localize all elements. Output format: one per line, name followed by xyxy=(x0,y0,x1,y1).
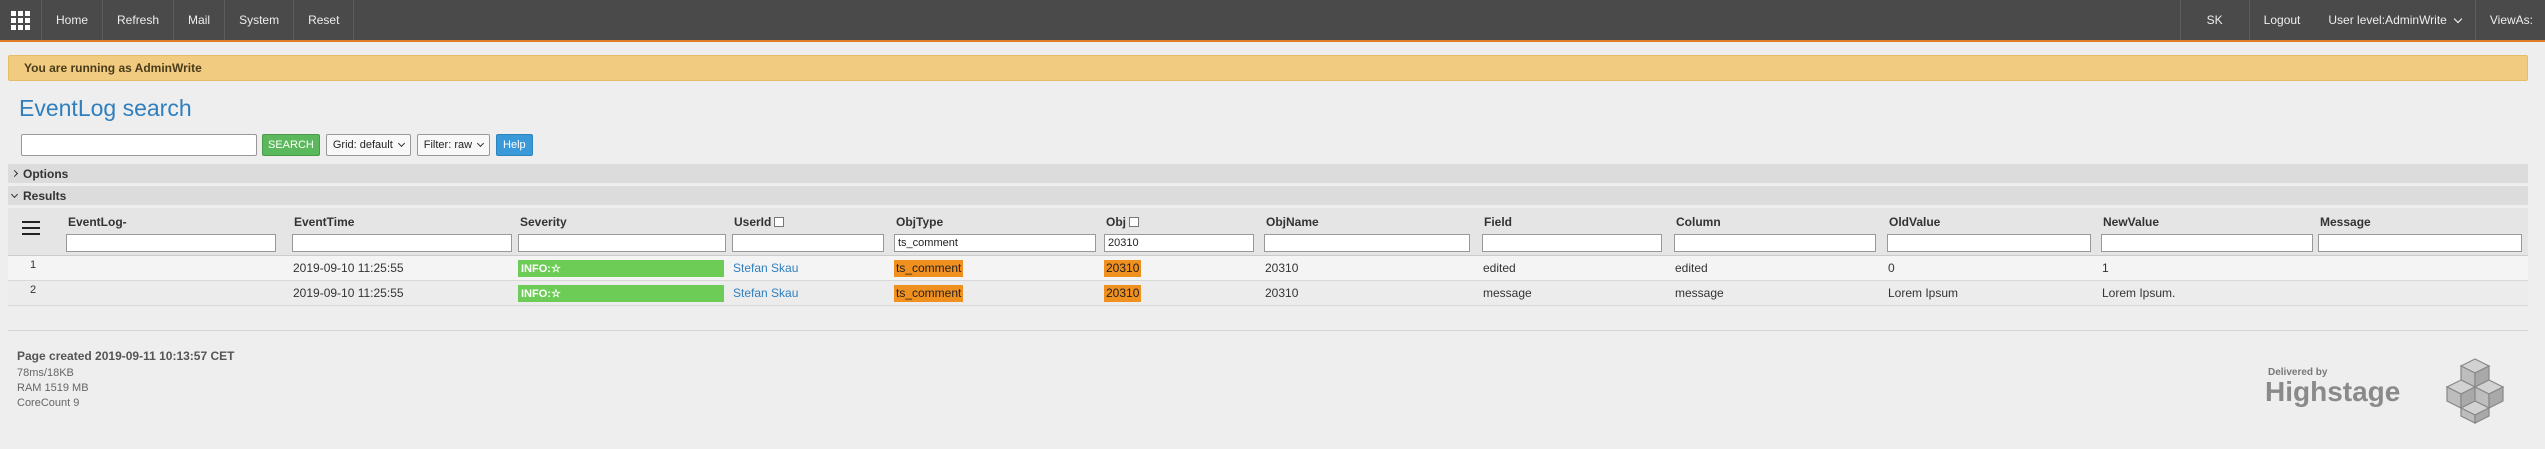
severity-badge: INFO:☆ xyxy=(518,284,724,302)
footer-divider xyxy=(8,330,2528,331)
col-header-message[interactable]: Message xyxy=(2320,215,2371,229)
objtype-highlight: ts_comment xyxy=(894,284,964,302)
filter-eventlog[interactable] xyxy=(66,234,276,252)
cell-column: edited xyxy=(1675,261,1708,275)
col-header-objname[interactable]: ObjName xyxy=(1266,215,1319,229)
obj-highlight: 20310 xyxy=(1104,284,1142,302)
filter-userid[interactable] xyxy=(732,234,884,252)
core-count: CoreCount 9 xyxy=(17,397,80,409)
col-header-severity[interactable]: Severity xyxy=(520,215,567,229)
filter-eventtime[interactable] xyxy=(292,234,512,252)
chevron-right-icon xyxy=(10,169,19,178)
filter-column[interactable] xyxy=(1674,234,1876,252)
cell-objname: 20310 xyxy=(1265,286,1299,300)
col-header-column[interactable]: Column xyxy=(1676,215,1721,229)
cell-newvalue: Lorem Ipsum. xyxy=(2102,286,2176,300)
col-header-userid[interactable]: UserId xyxy=(734,215,785,229)
col-header-eventtime[interactable]: EventTime xyxy=(294,215,354,229)
user-level-dropdown[interactable]: User level:AdminWrite xyxy=(2314,0,2476,40)
nav-system[interactable]: System xyxy=(225,0,295,40)
col-header-eventlog[interactable]: EventLog- xyxy=(68,215,127,229)
cell-newvalue: 1 xyxy=(2102,261,2109,275)
filter-select[interactable]: Filter: raw xyxy=(416,134,491,156)
view-as-menu[interactable]: ViewAs: xyxy=(2476,0,2545,40)
row-number: 2 xyxy=(30,284,37,296)
filter-message[interactable] xyxy=(2318,234,2522,252)
help-button[interactable]: Help xyxy=(496,134,533,156)
top-nav: Home Refresh Mail System Reset SK Logout… xyxy=(0,0,2545,42)
cell-field: edited xyxy=(1483,261,1516,275)
results-section-toggle[interactable]: Results xyxy=(8,186,2528,205)
user-link[interactable]: Stefan Skau xyxy=(733,281,798,305)
filter-objname[interactable] xyxy=(1264,234,1470,252)
search-button[interactable]: SEARCH xyxy=(262,134,320,156)
ram-info: RAM 1519 MB xyxy=(17,382,89,394)
nav-mail[interactable]: Mail xyxy=(174,0,226,40)
grid-icon xyxy=(11,10,30,30)
filter-severity[interactable] xyxy=(518,234,726,252)
cell-objname: 20310 xyxy=(1265,261,1299,275)
brand-name: Highstage xyxy=(2265,376,2401,407)
row-number: 1 xyxy=(30,259,37,271)
menu-icon[interactable] xyxy=(22,221,40,239)
col-header-oldvalue[interactable]: OldValue xyxy=(1889,215,1940,229)
page-created: Page created 2019-09-11 10:13:57 CET xyxy=(17,349,235,363)
chevron-down-icon xyxy=(397,139,405,148)
results-label: Results xyxy=(23,188,67,203)
filter-oldvalue[interactable] xyxy=(1887,234,2091,252)
cell-eventtime: 2019-09-10 11:25:55 xyxy=(293,286,404,300)
results-table: EventLog- EventTime Severity UserId ObjT… xyxy=(8,208,2528,306)
nav-refresh[interactable]: Refresh xyxy=(103,0,175,40)
table-header: EventLog- EventTime Severity UserId ObjT… xyxy=(8,208,2528,256)
app-grid-button[interactable] xyxy=(0,0,42,40)
options-label: Options xyxy=(23,166,69,181)
cell-oldvalue: Lorem Ipsum xyxy=(1888,286,1959,300)
options-section-toggle[interactable]: Options xyxy=(8,164,2528,183)
col-header-newvalue[interactable]: NewValue xyxy=(2103,215,2159,229)
user-initials[interactable]: SK xyxy=(2179,0,2249,40)
search-bar: SEARCH Grid: default Filter: raw Help xyxy=(21,133,533,157)
objtype-highlight: ts_comment xyxy=(894,259,964,277)
severity-badge: INFO:☆ xyxy=(518,259,724,277)
chevron-down-icon xyxy=(477,139,485,148)
filter-newvalue[interactable] xyxy=(2101,234,2313,252)
nav-home[interactable]: Home xyxy=(42,0,104,40)
banner-text: You are running as AdminWrite xyxy=(24,61,202,75)
grid-select[interactable]: Grid: default xyxy=(325,134,411,156)
table-row[interactable]: 2 2019-09-10 11:25:55 INFO:☆ Stefan Skau… xyxy=(8,281,2528,306)
nav-reset[interactable]: Reset xyxy=(294,0,355,40)
obj-highlight: 20310 xyxy=(1104,259,1142,277)
chevron-down-icon xyxy=(10,190,19,198)
checkbox-icon[interactable] xyxy=(1129,217,1139,227)
filter-objtype[interactable]: ts_comment xyxy=(894,234,1096,252)
table-row[interactable]: 1 2019-09-10 11:25:55 INFO:☆ Stefan Skau… xyxy=(8,256,2528,281)
filter-obj[interactable]: 20310 xyxy=(1104,234,1254,252)
filter-select-label: Filter: raw xyxy=(423,139,473,151)
search-input[interactable] xyxy=(21,134,257,156)
page-title: EventLog search xyxy=(19,95,192,121)
col-header-field[interactable]: Field xyxy=(1484,215,1512,229)
col-header-obj[interactable]: Obj xyxy=(1106,215,1139,229)
user-link[interactable]: Stefan Skau xyxy=(733,256,798,280)
cube-stack-icon xyxy=(2445,358,2505,424)
cell-eventtime: 2019-09-10 11:25:55 xyxy=(293,261,404,275)
logout-link[interactable]: Logout xyxy=(2248,0,2315,40)
filter-field[interactable] xyxy=(1482,234,1662,252)
checkbox-icon[interactable] xyxy=(774,217,785,227)
timing-info: 78ms/18KB xyxy=(17,367,74,379)
role-banner: You are running as AdminWrite xyxy=(8,55,2528,81)
page-footer: Page created 2019-09-11 10:13:57 CET 78m… xyxy=(17,349,234,411)
user-level-label: User level:AdminWrite xyxy=(2328,13,2447,27)
grid-select-label: Grid: default xyxy=(332,139,393,151)
cell-field: message xyxy=(1483,286,1532,300)
col-header-objtype[interactable]: ObjType xyxy=(896,215,943,229)
cell-column: message xyxy=(1675,286,1724,300)
cell-oldvalue: 0 xyxy=(1888,261,1895,275)
chevron-down-icon xyxy=(2453,14,2463,23)
highstage-logo: Delivered by Highstage xyxy=(2265,355,2505,425)
